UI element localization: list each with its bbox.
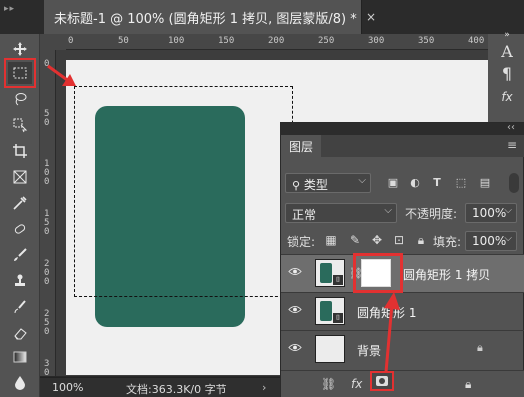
pixel-filter-icon[interactable]: ▣: [385, 176, 401, 192]
panel-grip[interactable]: ‹‹: [281, 122, 524, 135]
rectangular-marquee-tool-icon[interactable]: [4, 58, 36, 88]
layer-style-icon[interactable]: fx: [351, 377, 362, 391]
filter-kind-select[interactable]: ⚲ 类型 ⌵: [285, 173, 371, 193]
ruler-tick-label: 150: [218, 36, 235, 46]
opacity-input[interactable]: 100% ⌵: [465, 203, 517, 223]
lock-all-icon[interactable]: 🔒︎: [413, 233, 429, 249]
move-tool-icon[interactable]: [8, 38, 32, 60]
fill-label: 填充:: [433, 235, 462, 249]
ruler-tick-label: 200: [268, 36, 285, 46]
mask-icon: [376, 376, 388, 386]
fill-value: 100%: [472, 234, 507, 248]
brush-tool-icon[interactable]: [8, 244, 32, 266]
status-menu-arrow[interactable]: ›: [262, 381, 266, 394]
ruler-tick-label: 250: [318, 36, 335, 46]
chevron-down-icon: ⌵: [504, 205, 512, 216]
clone-stamp-tool-icon[interactable]: [8, 270, 32, 292]
ruler-tick-label: 250: [44, 309, 50, 337]
lock-transparent-pixels-icon[interactable]: ▦: [323, 233, 339, 249]
layer-thumbnail[interactable]: ⌷: [315, 259, 345, 287]
ruler-tick-label: 50: [44, 109, 50, 128]
ruler-tick-label: 50: [118, 36, 129, 46]
paragraph-panel-icon[interactable]: ¶: [498, 64, 516, 83]
chevron-down-icon: ⌵: [358, 175, 366, 186]
tab-layers[interactable]: 图层: [281, 135, 321, 157]
document-title: 未标题-1 @ 100% (圆角矩形 1 拷贝, 图层蒙版/8) *: [54, 12, 357, 27]
selection-marquee: [74, 86, 293, 297]
tab-grip[interactable]: ▸▸: [4, 4, 32, 14]
type-filter-icon[interactable]: T: [429, 176, 445, 192]
layer-name[interactable]: 圆角矩形 1 拷贝: [403, 266, 490, 283]
filter-kind-label: 类型: [303, 178, 328, 192]
eraser-tool-icon[interactable]: [8, 322, 32, 344]
ruler-tick-label: 400: [468, 36, 485, 46]
ruler-tick-label: 0: [44, 59, 50, 69]
fill-input[interactable]: 100% ⌵: [465, 231, 517, 251]
character-panel-icon[interactable]: A: [498, 42, 516, 61]
lasso-tool-icon[interactable]: [8, 88, 32, 110]
blend-mode-select[interactable]: 正常 ⌵: [285, 203, 397, 223]
blend-mode-value: 正常: [292, 208, 317, 222]
blur-tool-icon[interactable]: [8, 372, 32, 394]
document-info: 文档:363.3K/0 字节: [126, 383, 227, 396]
fx-panel-icon[interactable]: fx: [498, 90, 516, 108]
ruler-tick-label: 150: [44, 209, 50, 237]
opacity-value: 100%: [472, 206, 507, 220]
ruler-tick-label: 0: [68, 36, 74, 46]
chevron-down-icon: ⌵: [504, 233, 512, 244]
tools-panel: [0, 34, 40, 397]
lock-position-icon[interactable]: ✥: [369, 233, 385, 249]
document-tab-bar: ▸▸ 未标题-1 @ 100% (圆角矩形 1 拷贝, 图层蒙版/8) * ×: [0, 0, 524, 34]
ruler-tick-label: 200: [44, 259, 50, 287]
search-icon: ⚲: [292, 179, 301, 192]
layer-lock-icon: 🔒︎: [477, 341, 483, 354]
visibility-eye-icon[interactable]: [288, 342, 304, 356]
healing-brush-tool-icon[interactable]: [8, 218, 32, 240]
lock-icon: 🔒︎: [465, 377, 472, 391]
visibility-eye-icon[interactable]: [288, 304, 304, 318]
lock-label: 锁定:: [287, 235, 316, 249]
visibility-eye-icon[interactable]: [288, 266, 304, 280]
gradient-tool-icon[interactable]: [8, 346, 32, 368]
add-layer-mask-button[interactable]: [370, 371, 394, 391]
frame-tool-icon[interactable]: [8, 166, 32, 188]
close-tab-button[interactable]: ×: [364, 10, 378, 24]
layer-name[interactable]: 圆角矩形 1: [357, 304, 416, 321]
eyedropper-tool-icon[interactable]: [8, 192, 32, 214]
zoom-level[interactable]: 100%: [52, 381, 83, 394]
link-layers-icon[interactable]: ⛓︎: [321, 377, 336, 391]
object-selection-tool-icon[interactable]: [8, 114, 32, 136]
vertical-ruler[interactable]: 050100150200250300: [40, 50, 56, 387]
shape-filter-icon[interactable]: ⬚: [453, 176, 469, 192]
history-brush-tool-icon[interactable]: [8, 296, 32, 318]
document-tab[interactable]: 未标题-1 @ 100% (圆角矩形 1 拷贝, 图层蒙版/8) * ×: [44, 0, 376, 34]
ruler-tick-label: 100: [44, 159, 50, 187]
ruler-tick-label: 300: [368, 36, 385, 46]
layers-panel-footer: ⛓︎ fx 🔒︎: [281, 370, 524, 397]
lock-artboard-icon[interactable]: ⊡: [391, 233, 407, 249]
chevron-down-icon: ⌵: [384, 205, 392, 216]
layer-thumbnail[interactable]: [315, 335, 345, 363]
layer-row[interactable]: ⌷ 圆角矩形 1: [281, 292, 524, 330]
smart-object-filter-icon[interactable]: ▤: [477, 176, 493, 192]
filter-toggle[interactable]: [509, 173, 519, 193]
layer-row[interactable]: 背景 🔒︎: [281, 330, 524, 368]
adjustment-filter-icon[interactable]: ◐: [407, 176, 423, 192]
lock-image-pixels-icon[interactable]: ✎: [347, 233, 363, 249]
crop-tool-icon[interactable]: [8, 140, 32, 162]
ruler-corner: [40, 34, 66, 50]
horizontal-ruler[interactable]: 050100150200250300350400450: [66, 34, 524, 50]
right-panel-strip: » A ¶ fx: [488, 30, 524, 124]
ruler-tick-label: 350: [418, 36, 435, 46]
layer-name[interactable]: 背景: [357, 342, 381, 359]
layer-thumbnail[interactable]: ⌷: [315, 297, 345, 325]
opacity-label: 不透明度:: [405, 207, 458, 221]
ruler-tick-label: 100: [168, 36, 185, 46]
collapse-panel-icon[interactable]: ‹‹: [507, 122, 515, 133]
panel-menu-icon[interactable]: ≡: [507, 138, 517, 152]
mask-thumbnail-highlight: [353, 253, 403, 293]
